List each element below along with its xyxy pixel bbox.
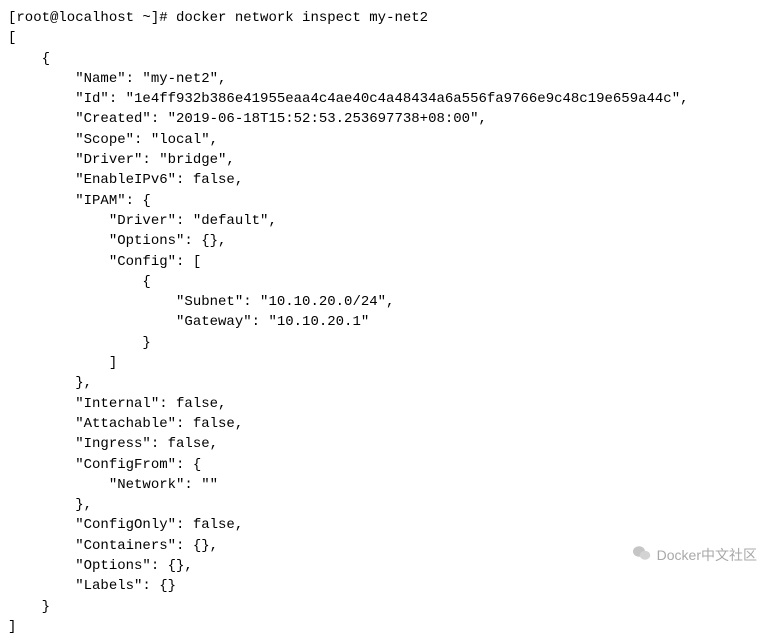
- json-line: }: [8, 335, 151, 351]
- json-line: "ConfigOnly": false,: [8, 517, 243, 533]
- json-line: "Labels": {}: [8, 578, 176, 594]
- json-line: {: [8, 51, 50, 67]
- json-line: "Scope": "local",: [8, 132, 218, 148]
- json-line: "Driver": "bridge",: [8, 152, 235, 168]
- json-line: },: [8, 497, 92, 513]
- json-line: "Gateway": "10.10.20.1": [8, 314, 369, 330]
- json-line: "Containers": {},: [8, 538, 218, 554]
- json-line: "Options": {},: [8, 233, 226, 249]
- json-line: "Driver": "default",: [8, 213, 277, 229]
- json-line: "Ingress": false,: [8, 436, 218, 452]
- json-line: "Config": [: [8, 254, 201, 270]
- json-line: "ConfigFrom": {: [8, 457, 201, 473]
- watermark-text: Docker中文社区: [657, 545, 757, 565]
- watermark: Docker中文社区: [633, 545, 757, 566]
- terminal-output: [root@localhost ~]# docker network inspe…: [8, 8, 769, 637]
- json-line: "Name": "my-net2",: [8, 71, 226, 87]
- json-line: "Internal": false,: [8, 396, 226, 412]
- json-line: ]: [8, 619, 16, 635]
- json-line: },: [8, 375, 92, 391]
- json-line: "IPAM": {: [8, 193, 151, 209]
- command-text: docker network inspect my-net2: [176, 10, 428, 26]
- json-line: }: [8, 599, 50, 615]
- json-line: "EnableIPv6": false,: [8, 172, 243, 188]
- json-line: "Attachable": false,: [8, 416, 243, 432]
- json-line: "Options": {},: [8, 558, 193, 574]
- json-line: "Subnet": "10.10.20.0/24",: [8, 294, 394, 310]
- json-line: ]: [8, 355, 117, 371]
- json-line: "Id": "1e4ff932b386e41955eaa4c4ae40c4a48…: [8, 91, 689, 107]
- json-line: "Created": "2019-06-18T15:52:53.25369773…: [8, 111, 487, 127]
- json-line: "Network": "": [8, 477, 218, 493]
- wechat-icon: [633, 545, 651, 566]
- json-line: [: [8, 30, 16, 46]
- shell-prompt: [root@localhost ~]#: [8, 10, 176, 26]
- json-line: {: [8, 274, 151, 290]
